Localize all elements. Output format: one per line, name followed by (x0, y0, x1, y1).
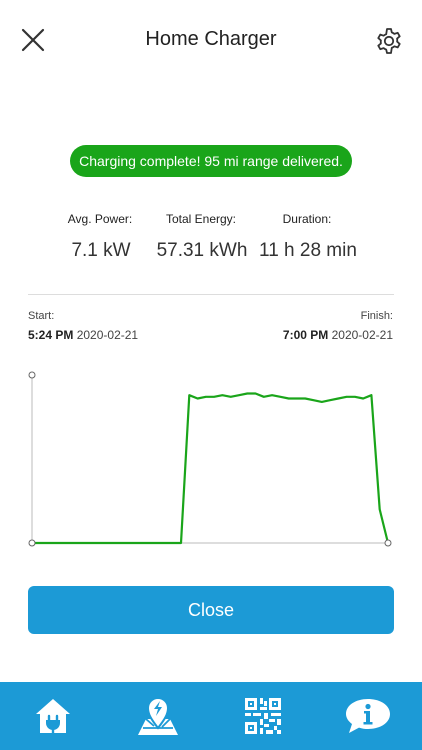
tab-home[interactable] (0, 682, 105, 750)
tab-info[interactable] (315, 682, 420, 750)
finish-date-value: 2020-02-21 (331, 328, 393, 342)
header: Home Charger (0, 0, 422, 80)
finish-time-value: 7:00 PM (282, 328, 329, 342)
finish-time: 7:00 PM 2020-02-21 (283, 328, 393, 342)
map-pin-icon (137, 697, 178, 735)
close-button[interactable]: Close (28, 586, 394, 634)
chart-axis-end-right (384, 539, 392, 547)
total-energy-label: Total Energy: (165, 212, 237, 226)
page-title: Home Charger (145, 28, 277, 50)
home-charger-icon (35, 699, 70, 733)
start-time-value: 5:24 PM (28, 328, 74, 342)
power-chart (28, 371, 392, 547)
finish-label: Finish: (360, 310, 393, 322)
divider (28, 294, 394, 295)
chart-axis-end-top (28, 371, 36, 379)
duration-value: 11 h 28 min (259, 240, 357, 261)
start-time: 5:24 PM 2020-02-21 (28, 328, 138, 342)
chart-series-line-0 (32, 392, 390, 545)
qr-code-icon (244, 698, 281, 734)
chart-axis-origin (28, 539, 36, 547)
tab-bar (0, 682, 422, 750)
info-chat-icon (345, 699, 390, 733)
tab-qr-code[interactable] (210, 682, 315, 750)
start-label: Start: (28, 310, 55, 322)
duration-label: Duration: (282, 212, 332, 226)
tab-map[interactable] (105, 682, 210, 750)
status-badge: Charging complete! 95 mi range delivered… (70, 145, 352, 177)
gear-icon[interactable] (374, 26, 404, 56)
start-date-value: 2020-02-21 (76, 328, 139, 342)
